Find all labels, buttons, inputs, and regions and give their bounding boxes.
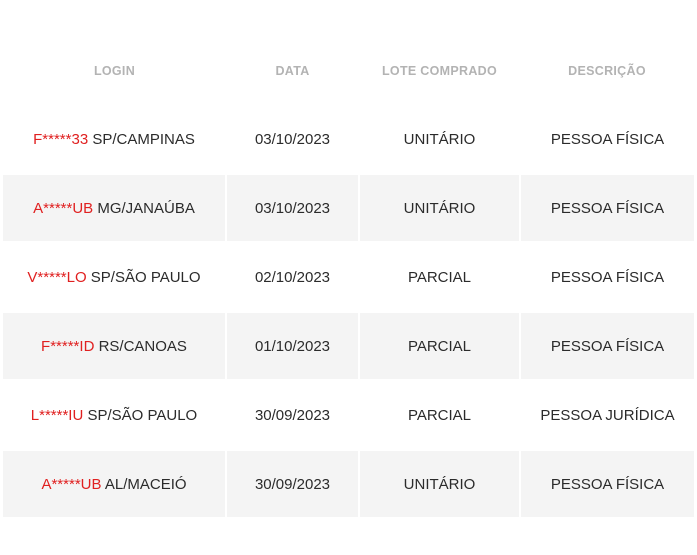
- table-row: L*****IU SP/SÃO PAULO 30/09/2023 PARCIAL…: [3, 380, 694, 450]
- lot-cell: PARCIAL: [359, 242, 521, 312]
- lot-cell: UNITÁRIO: [359, 173, 521, 243]
- masked-login: V*****LO: [27, 268, 87, 286]
- table-row: A*****UB MG/JANAÚBA 03/10/2023 UNITÁRIO …: [3, 173, 694, 243]
- login-location: RS/CANOAS: [98, 337, 187, 355]
- date-cell: 30/09/2023: [226, 380, 360, 450]
- lot-cell: UNITÁRIO: [359, 106, 521, 174]
- login-location: AL/MACEIÓ: [104, 475, 187, 493]
- table-row: F*****33 SP/CAMPINAS 03/10/2023 UNITÁRIO…: [3, 106, 694, 174]
- purchases-table: LOGIN DATA LOTE COMPRADO DESCRIÇÃO F****…: [3, 36, 694, 520]
- description-cell: PESSOA FÍSICA: [520, 449, 694, 519]
- table-header: LOGIN DATA LOTE COMPRADO DESCRIÇÃO: [3, 36, 694, 106]
- header-date: DATA: [275, 64, 310, 78]
- login-location: SP/CAMPINAS: [92, 130, 195, 148]
- header-description: DESCRIÇÃO: [568, 64, 646, 78]
- lot-cell: PARCIAL: [359, 380, 521, 450]
- header-login: LOGIN: [93, 64, 136, 78]
- lot-cell: PARCIAL: [359, 311, 521, 381]
- login-cell: L*****IU SP/SÃO PAULO: [3, 380, 227, 450]
- masked-login: F*****33: [33, 130, 89, 148]
- lot-cell: UNITÁRIO: [359, 449, 521, 519]
- table-row: V*****LO SP/SÃO PAULO 02/10/2023 PARCIAL…: [3, 242, 694, 312]
- login-cell: V*****LO SP/SÃO PAULO: [3, 242, 227, 312]
- date-cell: 03/10/2023: [226, 173, 360, 243]
- login-location: SP/SÃO PAULO: [90, 268, 201, 286]
- login-location: SP/SÃO PAULO: [87, 406, 198, 424]
- date-cell: 02/10/2023: [226, 242, 360, 312]
- masked-login: F*****ID: [41, 337, 95, 355]
- login-cell: F*****ID RS/CANOAS: [3, 311, 227, 381]
- login-cell: F*****33 SP/CAMPINAS: [3, 106, 227, 174]
- masked-login: A*****UB: [33, 199, 94, 217]
- table-row: F*****ID RS/CANOAS 01/10/2023 PARCIAL PE…: [3, 311, 694, 381]
- purchases-table-container: LOGIN DATA LOTE COMPRADO DESCRIÇÃO F****…: [3, 36, 694, 520]
- masked-login: L*****IU: [30, 406, 84, 424]
- description-cell: PESSOA FÍSICA: [520, 173, 694, 243]
- date-cell: 01/10/2023: [226, 311, 360, 381]
- login-location: MG/JANAÚBA: [97, 199, 195, 217]
- description-cell: PESSOA FÍSICA: [520, 311, 694, 381]
- header-row: LOGIN DATA LOTE COMPRADO DESCRIÇÃO: [3, 36, 694, 106]
- table-body: F*****33 SP/CAMPINAS 03/10/2023 UNITÁRIO…: [3, 106, 694, 519]
- description-cell: PESSOA FÍSICA: [550, 268, 665, 286]
- date-cell: 03/10/2023: [226, 106, 360, 174]
- login-cell: A*****UB AL/MACEIÓ: [3, 449, 227, 519]
- login-cell: A*****UB MG/JANAÚBA: [3, 173, 227, 243]
- date-cell: 30/09/2023: [226, 449, 360, 519]
- description-cell: PESSOA FÍSICA: [550, 130, 665, 148]
- header-lot: LOTE COMPRADO: [381, 64, 497, 78]
- description-cell: PESSOA JURÍDICA: [540, 406, 675, 424]
- table-row: A*****UB AL/MACEIÓ 30/09/2023 UNITÁRIO P…: [3, 449, 694, 519]
- masked-login: A*****UB: [41, 475, 102, 493]
